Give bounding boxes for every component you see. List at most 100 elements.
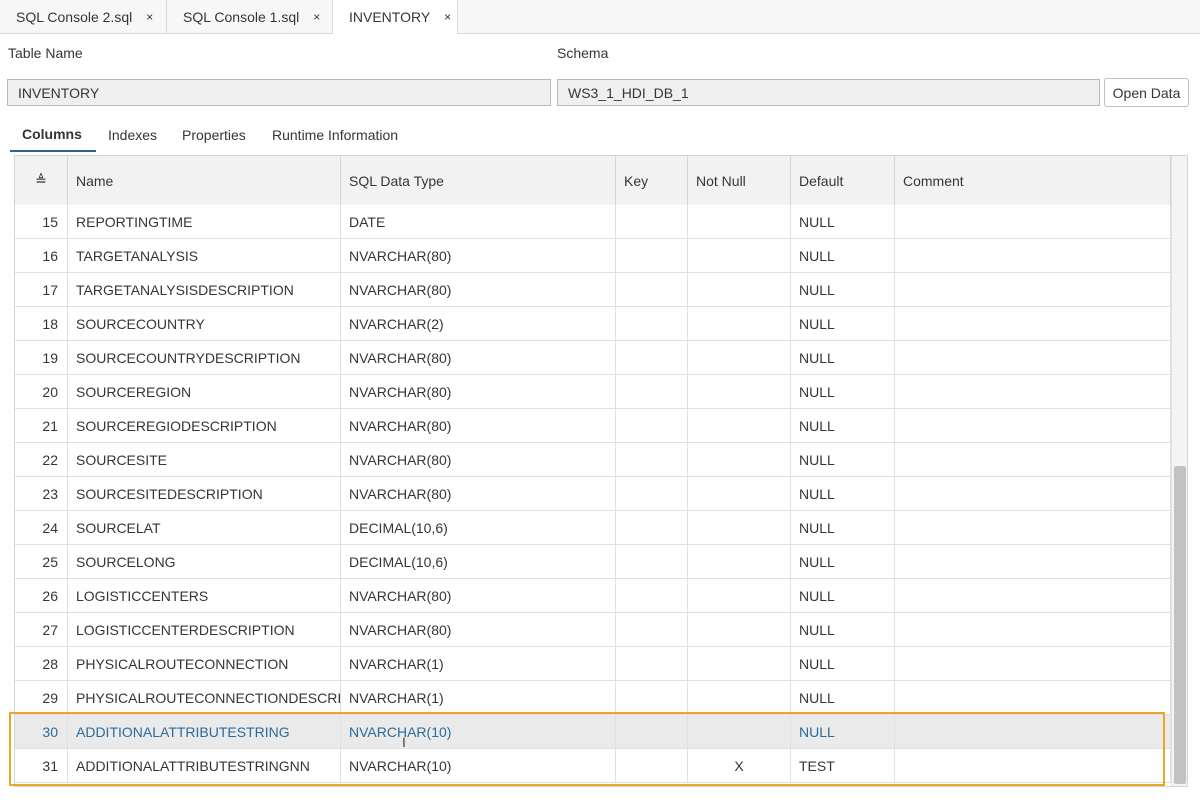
default-cell[interactable]: NULL bbox=[791, 511, 895, 544]
not-null-cell[interactable] bbox=[688, 681, 791, 714]
column-name-cell[interactable]: SOURCESITE bbox=[68, 443, 341, 476]
data-type-cell[interactable]: NVARCHAR(1) bbox=[341, 681, 616, 714]
comment-cell[interactable] bbox=[895, 647, 1171, 680]
key-cell[interactable] bbox=[616, 579, 688, 612]
default-cell[interactable]: NULL bbox=[791, 647, 895, 680]
key-cell[interactable] bbox=[616, 749, 688, 782]
data-type-cell[interactable]: NVARCHAR(80) bbox=[341, 273, 616, 306]
table-row[interactable]: 18 SOURCECOUNTRY NVARCHAR(2) NULL bbox=[15, 307, 1171, 341]
not-null-cell[interactable] bbox=[688, 647, 791, 680]
table-row[interactable]: 20 SOURCEREGION NVARCHAR(80) NULL bbox=[15, 375, 1171, 409]
column-name-cell[interactable]: LOGISTICCENTERDESCRIPTION bbox=[68, 613, 341, 646]
default-cell[interactable]: NULL bbox=[791, 205, 895, 238]
column-name-cell[interactable]: PHYSICALROUTECONNECTIONDESCRI bbox=[68, 681, 341, 714]
default-cell[interactable]: NULL bbox=[791, 443, 895, 476]
column-name-cell[interactable]: SOURCECOUNTRY bbox=[68, 307, 341, 340]
key-cell[interactable] bbox=[616, 443, 688, 476]
row-number[interactable]: 31 bbox=[15, 749, 68, 782]
row-number[interactable]: 25 bbox=[15, 545, 68, 578]
table-row[interactable]: 19 SOURCECOUNTRYDESCRIPTION NVARCHAR(80) NU… bbox=[15, 341, 1171, 375]
data-type-cell[interactable]: NVARCHAR(80) bbox=[341, 579, 616, 612]
table-row[interactable]: 28 PHYSICALROUTECONNECTION NVARCHAR(1) NULL bbox=[15, 647, 1171, 681]
comment-cell[interactable] bbox=[895, 307, 1171, 340]
default-cell[interactable]: NULL bbox=[791, 579, 895, 612]
data-type-cell[interactable]: NVARCHAR(10) bbox=[341, 749, 616, 782]
row-number[interactable]: 16 bbox=[15, 239, 68, 272]
table-row[interactable]: 15 REPORTINGTIME DATE NULL bbox=[15, 205, 1171, 239]
comment-cell[interactable] bbox=[895, 375, 1171, 408]
not-null-cell[interactable] bbox=[688, 375, 791, 408]
close-icon[interactable]: × bbox=[146, 10, 153, 24]
header-default[interactable]: Default bbox=[791, 156, 895, 205]
table-row[interactable]: 25 SOURCELONG DECIMAL(10,6) NULL bbox=[15, 545, 1171, 579]
default-cell[interactable]: NULL bbox=[791, 477, 895, 510]
table-row[interactable]: 22 SOURCESITE NVARCHAR(80) NULL bbox=[15, 443, 1171, 477]
data-type-cell[interactable]: DECIMAL(10,6) bbox=[341, 511, 616, 544]
row-number[interactable]: 26 bbox=[15, 579, 68, 612]
key-cell[interactable] bbox=[616, 307, 688, 340]
row-number[interactable]: 22 bbox=[15, 443, 68, 476]
tab-sql-console-1[interactable]: SQL Console 1.sql × bbox=[167, 0, 333, 33]
row-number[interactable]: 17 bbox=[15, 273, 68, 306]
data-type-cell[interactable]: NVARCHAR(80) bbox=[341, 613, 616, 646]
header-sql-data-type[interactable]: SQL Data Type bbox=[341, 156, 616, 205]
table-row[interactable]: 24 SOURCELAT DECIMAL(10,6) NULL bbox=[15, 511, 1171, 545]
comment-cell[interactable] bbox=[895, 443, 1171, 476]
not-null-cell[interactable] bbox=[688, 613, 791, 646]
data-type-cell[interactable]: NVARCHAR(80) bbox=[341, 239, 616, 272]
not-null-cell[interactable] bbox=[688, 545, 791, 578]
table-row[interactable]: 27 LOGISTICCENTERDESCRIPTION NVARCHAR(80) N… bbox=[15, 613, 1171, 647]
header-name[interactable]: Name bbox=[68, 156, 341, 205]
column-name-cell[interactable]: SOURCELAT bbox=[68, 511, 341, 544]
table-row[interactable]: 16 TARGETANALYSIS NVARCHAR(80) NULL bbox=[15, 239, 1171, 273]
table-row[interactable]: 17 TARGETANALYSISDESCRIPTION NVARCHAR(80) N… bbox=[15, 273, 1171, 307]
not-null-cell[interactable] bbox=[688, 511, 791, 544]
table-row[interactable]: 23 SOURCESITEDESCRIPTION NVARCHAR(80) NULL bbox=[15, 477, 1171, 511]
row-number[interactable]: 28 bbox=[15, 647, 68, 680]
column-name-cell[interactable]: SOURCELONG bbox=[68, 545, 341, 578]
comment-cell[interactable] bbox=[895, 749, 1171, 782]
row-number[interactable]: 18 bbox=[15, 307, 68, 340]
key-cell[interactable] bbox=[616, 715, 688, 748]
row-number[interactable]: 29 bbox=[15, 681, 68, 714]
sort-icon[interactable]: ≜ bbox=[15, 156, 68, 205]
not-null-cell[interactable] bbox=[688, 273, 791, 306]
row-number[interactable]: 20 bbox=[15, 375, 68, 408]
data-type-cell[interactable]: DECIMAL(10,6) bbox=[341, 545, 616, 578]
tab-properties[interactable]: Properties bbox=[182, 118, 246, 152]
tab-runtime-information[interactable]: Runtime Information bbox=[272, 118, 398, 152]
data-type-cell[interactable]: NVARCHAR(80) bbox=[341, 409, 616, 442]
default-cell[interactable]: NULL bbox=[791, 715, 895, 748]
table-row[interactable]: 29 PHYSICALROUTECONNECTIONDESCRI NVARCHAR(… bbox=[15, 681, 1171, 715]
key-cell[interactable] bbox=[616, 613, 688, 646]
tab-inventory[interactable]: INVENTORY × bbox=[333, 0, 458, 34]
tab-sql-console-2[interactable]: SQL Console 2.sql × bbox=[0, 0, 167, 33]
tab-columns[interactable]: Columns bbox=[10, 118, 96, 152]
comment-cell[interactable] bbox=[895, 579, 1171, 612]
column-name-cell[interactable]: ADDITIONALATTRIBUTESTRINGNN bbox=[68, 749, 341, 782]
key-cell[interactable] bbox=[616, 511, 688, 544]
data-type-cell[interactable]: NVARCHAR(80) bbox=[341, 443, 616, 476]
default-cell[interactable]: NULL bbox=[791, 375, 895, 408]
key-cell[interactable] bbox=[616, 341, 688, 374]
row-number[interactable]: 30 bbox=[15, 715, 68, 748]
key-cell[interactable] bbox=[616, 239, 688, 272]
default-cell[interactable]: NULL bbox=[791, 239, 895, 272]
vertical-scrollbar[interactable] bbox=[1171, 156, 1187, 786]
header-comment[interactable]: Comment bbox=[895, 156, 1171, 205]
default-cell[interactable]: NULL bbox=[791, 613, 895, 646]
not-null-cell[interactable] bbox=[688, 205, 791, 238]
default-cell[interactable]: NULL bbox=[791, 409, 895, 442]
header-not-null[interactable]: Not Null bbox=[688, 156, 791, 205]
table-row[interactable]: 26 LOGISTICCENTERS NVARCHAR(80) NULL bbox=[15, 579, 1171, 613]
comment-cell[interactable] bbox=[895, 205, 1171, 238]
not-null-cell[interactable] bbox=[688, 477, 791, 510]
default-cell[interactable]: NULL bbox=[791, 273, 895, 306]
default-cell[interactable]: NULL bbox=[791, 545, 895, 578]
table-row[interactable]: 30 ADDITIONALATTRIBUTESTRING NVARCHAR(10) N… bbox=[15, 715, 1171, 749]
column-name-cell[interactable]: SOURCEREGION bbox=[68, 375, 341, 408]
not-null-cell[interactable] bbox=[688, 239, 791, 272]
not-null-cell[interactable] bbox=[688, 341, 791, 374]
schema-field[interactable]: WS3_1_HDI_DB_1 bbox=[557, 79, 1100, 106]
table-row[interactable]: 31 ADDITIONALATTRIBUTESTRINGNN NVARCHAR(10… bbox=[15, 749, 1171, 783]
